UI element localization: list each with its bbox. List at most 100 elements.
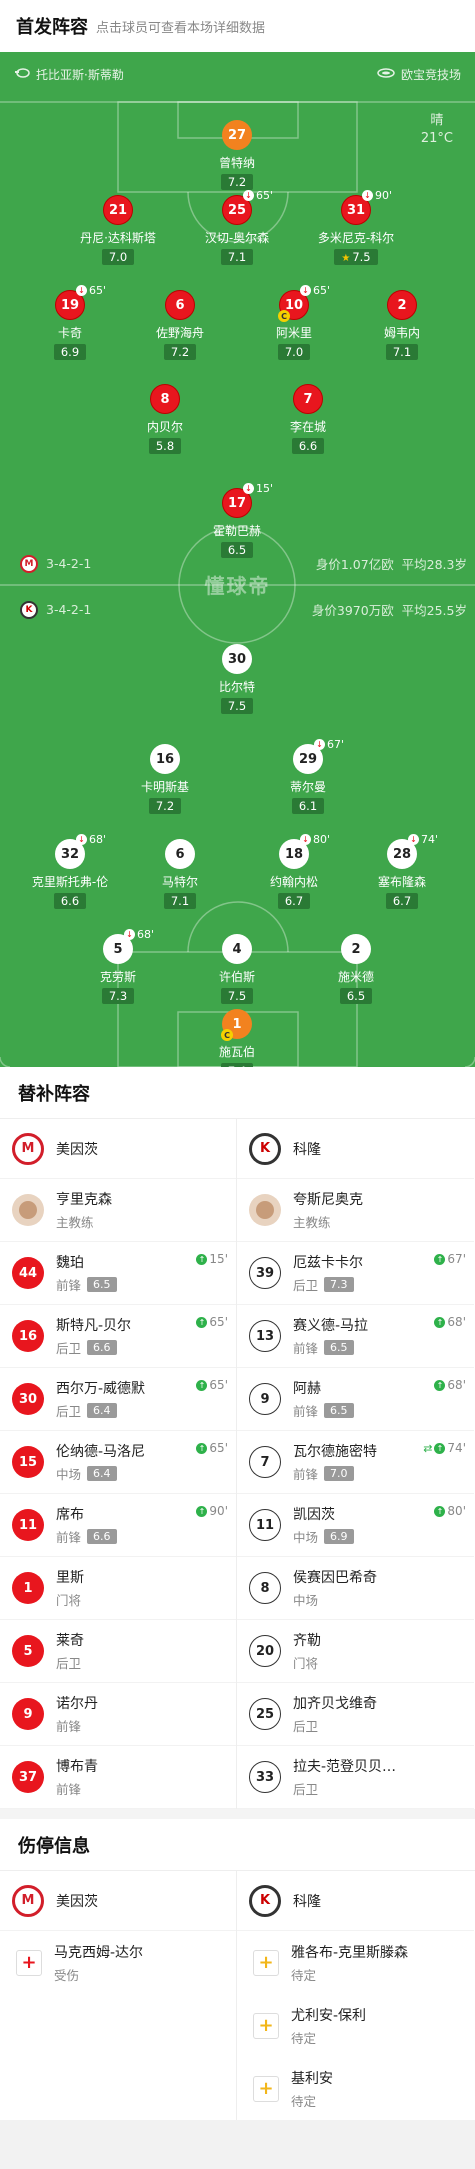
sub-player-row[interactable]: 11 凯因茨 中场 6.9 ↑ 80' bbox=[237, 1494, 474, 1557]
away-team-row[interactable]: K 科隆 bbox=[237, 1119, 474, 1179]
home-player[interactable]: 21 丹尼·达科斯塔 7.0 bbox=[68, 195, 168, 265]
home-player[interactable]: 17 ↓ 15' 霍勒巴赫 6.5 bbox=[187, 482, 287, 558]
sub-player-row[interactable]: 15 伦纳德-马洛尼 中场 6.4 ↑ 65' bbox=[0, 1431, 236, 1494]
sub-player-row[interactable]: 1 里斯 门将 bbox=[0, 1557, 236, 1620]
sub-in-icon: ↑ bbox=[434, 1505, 446, 1517]
sub-player-row[interactable]: 5 莱奇 后卫 bbox=[0, 1620, 236, 1683]
sub-in-minute: ↑ 65' bbox=[196, 1378, 228, 1392]
sub-minute: 68' bbox=[137, 928, 155, 941]
away-value: 身价3970万欧 bbox=[311, 603, 394, 618]
home-player[interactable]: 8 内贝尔 5.8 bbox=[115, 384, 215, 454]
sub-player-name: 魏珀 bbox=[56, 1255, 84, 1271]
home-player[interactable]: 10 C ↓ 65' 阿米里 7.0 bbox=[244, 284, 344, 360]
home-coach[interactable]: 亨里克森 主教练 bbox=[0, 1179, 236, 1242]
sub-player-row[interactable]: 9 阿赫 前锋 6.5 ↑ 68' bbox=[237, 1368, 474, 1431]
sub-player-row[interactable]: 9 诺尔丹 前锋 bbox=[0, 1683, 236, 1746]
sub-player-row[interactable]: 37 博布青前锋 bbox=[0, 1746, 236, 1809]
home-team-row[interactable]: M 美因茨 bbox=[0, 1119, 236, 1179]
sub-player-meta: 中场 6.9 bbox=[293, 1527, 354, 1546]
jersey-number: 37 bbox=[12, 1761, 44, 1793]
mainz-logo-icon: M bbox=[12, 1884, 44, 1917]
injury-status: 待定 bbox=[291, 2030, 317, 2046]
rating-value: 6.9 bbox=[60, 345, 80, 359]
injury-row[interactable]: + 基利安 待定 bbox=[237, 2057, 474, 2120]
minute-text: 80' bbox=[447, 1504, 466, 1518]
sub-minute: 67' bbox=[327, 738, 345, 751]
rating-value: 6.7 bbox=[392, 894, 412, 908]
injury-info: 马克西姆-达尔 受伤 bbox=[54, 1942, 143, 1984]
away-player[interactable]: 1C施瓦伯7.4 bbox=[187, 1009, 287, 1067]
sub-player-meta: 前锋 bbox=[56, 1779, 98, 1798]
away-coach[interactable]: 夸斯尼奥克 主教练 bbox=[237, 1179, 474, 1242]
away-player[interactable]: 29 ↓ 67' 蒂尔曼 6.1 bbox=[258, 738, 358, 814]
sub-player-meta: 后卫 bbox=[293, 1716, 377, 1735]
home-player[interactable]: 6 佐野海舟 7.2 bbox=[130, 290, 230, 360]
sub-player-row[interactable]: 7 瓦尔德施密特 前锋 7.0 ⇄ ↑ 74' bbox=[237, 1431, 474, 1494]
sub-player-info: 侯赛因巴希奇 中场 bbox=[293, 1567, 377, 1609]
away-player[interactable]: 32 ↓ 68' 克里斯托弗-伦 6.6 bbox=[20, 833, 120, 909]
sub-player-row[interactable]: 8 侯赛因巴希奇 中场 bbox=[237, 1557, 474, 1620]
sub-player-rating: 6.6 bbox=[87, 1340, 117, 1355]
player-rating: 7.1 bbox=[163, 893, 197, 909]
player-name: 蒂尔曼 bbox=[289, 780, 326, 794]
home-player[interactable]: 2 姆韦内 7.1 bbox=[352, 290, 452, 360]
injury-row[interactable]: + 马克西姆-达尔 受伤 bbox=[0, 1931, 236, 1994]
rating-value: 6.6 bbox=[298, 439, 318, 453]
sub-player-row[interactable]: 30 西尔万-威德默 后卫 6.4 ↑ 65' bbox=[0, 1368, 236, 1431]
player-rating: ★ 7.5 bbox=[334, 249, 378, 265]
player-rating: 7.1 bbox=[385, 344, 419, 360]
away-player[interactable]: 5 ↓ 68' 克劳斯 7.3 bbox=[68, 928, 168, 1004]
home-player[interactable]: 27 曾特纳 7.2 bbox=[187, 120, 287, 190]
sub-player-position: 后卫 bbox=[56, 1656, 82, 1671]
home-player[interactable]: 31 ↓ 90' 多米尼克-科尔 ★ 7.5 bbox=[306, 189, 406, 265]
sub-minute: 90' bbox=[375, 189, 393, 202]
jersey-number: 20 bbox=[249, 1635, 281, 1667]
away-team-info: K 3-4-2-1 身价3970万欧 平均25.5岁 bbox=[20, 600, 467, 619]
sub-player-position: 后卫 bbox=[293, 1278, 319, 1293]
away-player[interactable]: 6 马特尔 7.1 bbox=[130, 839, 230, 909]
sub-player-name: 博布青 bbox=[56, 1759, 98, 1775]
sub-player-position: 后卫 bbox=[56, 1404, 82, 1419]
sub-player-row[interactable]: 20 齐勒 门将 bbox=[237, 1620, 474, 1683]
home-player[interactable]: 19 ↓ 65' 卡奇 6.9 bbox=[20, 284, 120, 360]
injury-row[interactable]: + 尤利安-保利 待定 bbox=[237, 1994, 474, 2057]
sub-player-row[interactable]: 16 斯特凡-贝尔 后卫 6.6 ↑ 65' bbox=[0, 1305, 236, 1368]
sub-minute: 74' bbox=[421, 833, 439, 846]
home-team-name: 美因茨 bbox=[56, 1141, 98, 1158]
referee-name: 托比亚斯·斯蒂勒 bbox=[36, 67, 124, 82]
away-player[interactable]: 2 施米德 6.5 bbox=[306, 934, 406, 1004]
rating-value: 6.5 bbox=[346, 989, 366, 1003]
away-player[interactable]: 30 比尔特 7.5 bbox=[187, 644, 287, 714]
sub-player-row[interactable]: 33 拉夫-范登贝贝… 后卫 bbox=[237, 1746, 474, 1809]
rating-value: 6.5 bbox=[227, 543, 247, 557]
home-team-row[interactable]: M 美因茨 bbox=[0, 1871, 236, 1931]
substitution-marker: ↓ 15' bbox=[243, 482, 273, 495]
sub-player-row[interactable]: 25 加齐贝戈维奇 后卫 bbox=[237, 1683, 474, 1746]
home-player[interactable]: 25 ↓ 65' 汉切-奥尔森 7.1 bbox=[187, 189, 287, 265]
away-player[interactable]: 18 ↓ 80' 约翰内松 6.7 bbox=[244, 833, 344, 909]
sub-in-minute: ↑ 65' bbox=[196, 1441, 228, 1455]
sub-player-position: 后卫 bbox=[293, 1719, 319, 1734]
away-team-row[interactable]: K 科隆 bbox=[237, 1871, 474, 1931]
sub-out-icon: ↓ bbox=[314, 739, 325, 750]
home-player[interactable]: 7 李在城 6.6 bbox=[258, 384, 358, 454]
medical-cross-icon: + bbox=[253, 2075, 279, 2102]
player-name: 马特尔 bbox=[161, 875, 198, 889]
sub-player-row[interactable]: 44 魏珀 前锋 6.5 ↑ 15' bbox=[0, 1242, 236, 1305]
away-player[interactable]: 16 卡明斯基 7.2 bbox=[115, 744, 215, 814]
sub-player-meta: 前锋 7.0 bbox=[293, 1464, 377, 1483]
injury-row[interactable]: + 雅各布-克里斯滕森 待定 bbox=[237, 1931, 474, 1994]
player-name: 阿米里 bbox=[275, 326, 312, 340]
sub-in-minute: ↑ 68' bbox=[434, 1378, 466, 1392]
away-player[interactable]: 28 ↓ 74' 塞布隆森 6.7 bbox=[352, 833, 452, 909]
minute-text: 68' bbox=[447, 1378, 466, 1392]
substitution-marker: ↓ 80' bbox=[300, 833, 330, 846]
sub-in-minute: ⇄ ↑ 74' bbox=[423, 1441, 466, 1455]
sub-player-row[interactable]: 39 厄兹卡卡尔 后卫 7.3 ↑ 67' bbox=[237, 1242, 474, 1305]
sub-player-row[interactable]: 11 席布 前锋 6.6 ↑ 90' bbox=[0, 1494, 236, 1557]
player-name: 佐野海舟 bbox=[155, 326, 204, 340]
sub-player-row[interactable]: 13 赛义德-马拉 前锋 6.5 ↑ 68' bbox=[237, 1305, 474, 1368]
sub-player-info: 西尔万-威德默 后卫 6.4 bbox=[56, 1378, 145, 1420]
sub-player-position: 前锋 bbox=[56, 1278, 82, 1293]
away-player[interactable]: 4 许伯斯 7.5 bbox=[187, 934, 287, 1004]
